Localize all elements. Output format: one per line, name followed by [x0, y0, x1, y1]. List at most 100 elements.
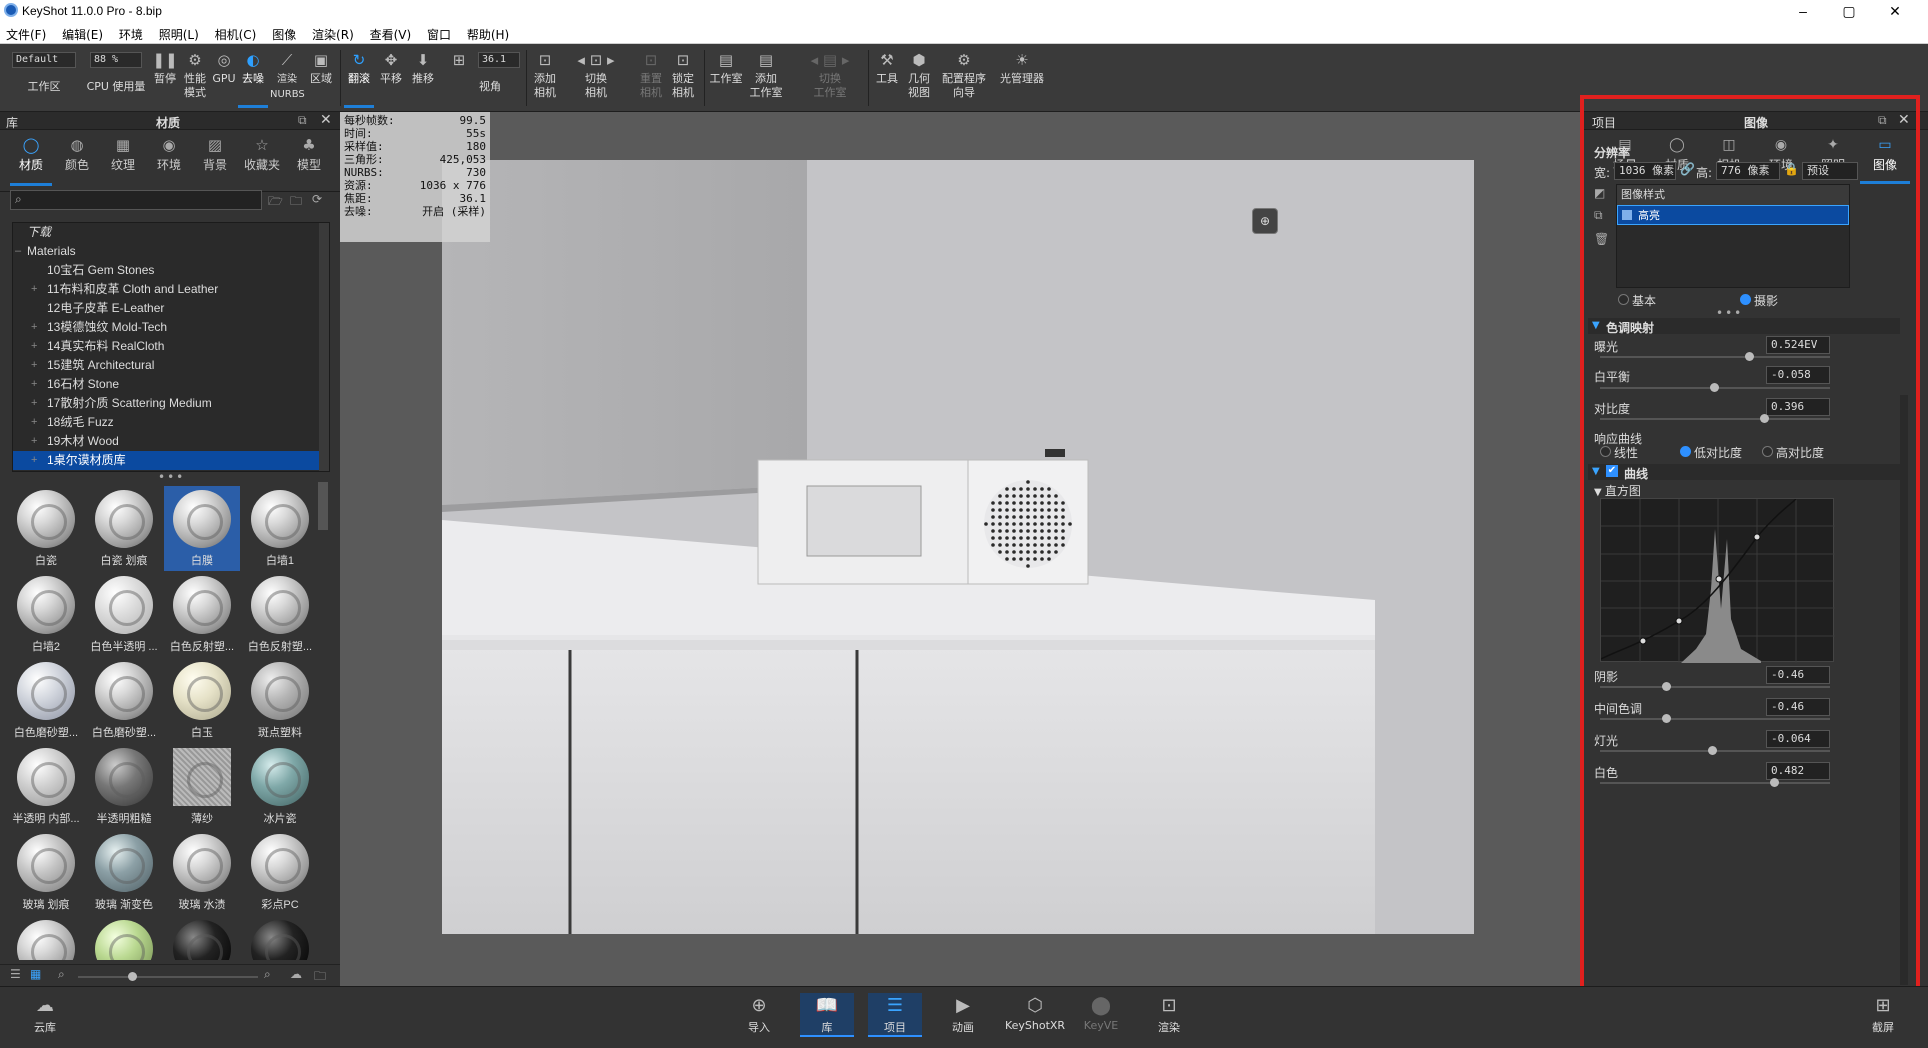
material-thumb[interactable]: 白瓷 划痕 — [86, 486, 162, 571]
grid-view-icon[interactable]: ▦ — [30, 967, 41, 981]
height-input[interactable]: 776 像素 — [1716, 162, 1780, 180]
material-thumb[interactable]: 薄纱 — [164, 744, 240, 829]
maximize-button[interactable]: ▢ — [1826, 0, 1872, 22]
close-button[interactable]: ✕ — [1872, 0, 1918, 22]
mode-basic-radio[interactable] — [1618, 294, 1629, 305]
library-button[interactable]: 📖 库 — [800, 993, 854, 1037]
menu-camera[interactable]: 相机(C) — [209, 22, 263, 43]
tab-materials[interactable]: ◯ 材质 — [10, 134, 52, 186]
white-balance-input[interactable]: -0.058 — [1766, 366, 1830, 384]
mode-photo-radio[interactable] — [1740, 294, 1751, 305]
menu-view[interactable]: 查看(V) — [364, 22, 418, 43]
tools-button[interactable]: ⚒ 工具 — [872, 48, 902, 108]
dolly-button[interactable]: ⬇ 推移 — [408, 48, 438, 108]
zoom-in-icon[interactable]: ⌕ — [264, 967, 271, 982]
tab-favorites[interactable]: ☆ 收藏夹 — [238, 134, 286, 173]
region-button[interactable]: ▣ 区域 — [306, 48, 336, 108]
duplicate-icon[interactable]: ⧉ — [1594, 208, 1603, 223]
material-thumb[interactable] — [164, 916, 240, 960]
tonemap-section-header[interactable]: ▼ 色调映射 — [1588, 318, 1900, 335]
material-thumb[interactable]: 冰片瓷 — [242, 744, 318, 829]
undock-icon[interactable]: ⧉ — [1878, 113, 1887, 128]
menu-render[interactable]: 渲染(R) — [306, 22, 360, 43]
render-viewport[interactable]: ⊕ — [340, 112, 1580, 986]
refresh-icon[interactable]: ⟳ — [312, 192, 322, 206]
tree-item[interactable]: +15建筑 Architectural — [13, 356, 329, 375]
tab-environments[interactable]: ◉ 环境 — [148, 134, 190, 173]
material-thumb-selected[interactable]: 白膜 — [164, 486, 240, 571]
tumble-button[interactable]: ↻ 翻滚 — [344, 48, 374, 108]
render-nurbs-button[interactable]: ⟋ 渲染 NURBS — [270, 48, 305, 108]
preset-dropdown[interactable]: 预设 — [1802, 162, 1858, 180]
exposure-input[interactable]: 0.524EV — [1766, 336, 1830, 354]
white-balance-slider[interactable] — [1600, 383, 1830, 392]
tab-models[interactable]: ♣ 模型 — [288, 134, 330, 173]
material-thumb[interactable]: 白色反射塑... — [242, 572, 318, 657]
reset-camera-button[interactable]: ⊡ 重置 相机 — [636, 48, 666, 108]
library-search-input[interactable]: ⌕ — [10, 190, 262, 210]
tree-item[interactable]: +11布料和皮革 Cloth and Leather — [13, 280, 329, 299]
keyve-button[interactable]: ⬤ KeyVE — [1074, 993, 1128, 1032]
geometry-view-button[interactable]: ⬢ 几何 视图 — [904, 48, 934, 108]
lock-icon[interactable]: 🔒 — [1784, 162, 1799, 176]
tree-item[interactable]: 10宝石 Gem Stones — [13, 261, 329, 280]
switch-studio-button[interactable]: ◂ ▤ ▸ 切换 工作室 — [800, 48, 860, 108]
tab-backgrounds[interactable]: ▨ 背景 — [194, 134, 236, 173]
screenshot-button[interactable]: ⊞ 截屏 — [1856, 993, 1910, 1035]
curve-enable-checkbox[interactable]: ✔ — [1606, 465, 1618, 477]
material-thumb[interactable]: 玻璃 划痕 — [8, 830, 84, 915]
menu-file[interactable]: 文件(F) — [0, 22, 52, 43]
workspace-select[interactable]: Default — [12, 52, 76, 68]
material-thumb[interactable] — [242, 916, 318, 960]
material-thumb[interactable] — [86, 916, 162, 960]
config-wizard-button[interactable]: ⚙ 配置程序 向导 — [936, 48, 992, 108]
thumbnail-size-slider[interactable] — [78, 972, 258, 981]
tab-image[interactable]: ▭ 图像 — [1860, 134, 1910, 184]
curve-point[interactable] — [1715, 575, 1723, 583]
project-button[interactable]: ☰ 项目 — [868, 993, 922, 1037]
tree-item[interactable]: +16石材 Stone — [13, 375, 329, 394]
minimize-button[interactable]: – — [1780, 0, 1826, 22]
midtones-slider[interactable] — [1600, 714, 1830, 723]
fov-input[interactable]: 36.1 — [478, 52, 520, 68]
menu-help[interactable]: 帮助(H) — [461, 22, 515, 43]
pause-button[interactable]: ❚❚ 暂停 — [150, 48, 180, 108]
material-thumb[interactable]: 半透明 内部... — [8, 744, 84, 829]
pan-button[interactable]: ✥ 平移 — [376, 48, 406, 108]
tree-item[interactable]: +17散射介质 Scattering Medium — [13, 394, 329, 413]
menu-window[interactable]: 窗口 — [421, 22, 457, 43]
material-thumb[interactable]: 玻璃 水渍 — [164, 830, 240, 915]
material-thumb[interactable]: 白色反射塑... — [164, 572, 240, 657]
material-thumb[interactable]: 玻璃 渐变色 — [86, 830, 162, 915]
shadows-slider[interactable] — [1600, 682, 1830, 691]
delete-icon[interactable]: 🗑 — [1594, 232, 1609, 246]
width-input[interactable]: 1036 像素 — [1614, 162, 1676, 180]
curve-point[interactable] — [1675, 617, 1683, 625]
lock-camera-button[interactable]: ⊡ 锁定 相机 — [668, 48, 698, 108]
tree-item-selected[interactable]: +1桌尔谟材质库 — [13, 451, 329, 470]
material-thumb[interactable]: 半透明粗糙 — [86, 744, 162, 829]
cpu-usage-select[interactable]: 88 % — [90, 52, 142, 68]
animation-button[interactable]: ▶ 动画 — [936, 993, 990, 1035]
contrast-input[interactable]: 0.396 — [1766, 398, 1830, 416]
menu-edit[interactable]: 编辑(E) — [56, 22, 109, 43]
exposure-slider[interactable] — [1600, 352, 1830, 361]
tree-item[interactable]: +13模德蚀纹 Mold-Tech — [13, 318, 329, 337]
menu-lighting[interactable]: 照明(L) — [153, 22, 205, 43]
tree-item[interactable]: +18绒毛 Fuzz — [13, 413, 329, 432]
cloud-upload-icon[interactable]: ☁ — [290, 967, 302, 981]
response-linear-radio[interactable] — [1600, 446, 1611, 457]
link-ratio-icon[interactable]: 🔗 — [1680, 162, 1695, 176]
add-studio-button[interactable]: ▤ 添加 工作室 — [748, 48, 784, 108]
studio-button[interactable]: ▤ 工作室 — [708, 48, 744, 108]
material-thumb[interactable]: 白玉 — [164, 658, 240, 743]
project-panel-scrollbar[interactable] — [1900, 395, 1908, 985]
thumb-scrollbar[interactable] — [318, 482, 328, 530]
highlights-input[interactable]: -0.064 — [1766, 730, 1830, 748]
image-style-item-selected[interactable]: 高亮 — [1617, 205, 1849, 225]
zoom-out-icon[interactable]: ⌕ — [58, 967, 65, 982]
tree-item[interactable]: +14真实布料 RealCloth — [13, 337, 329, 356]
curve-editor[interactable] — [1600, 498, 1835, 663]
gpu-button[interactable]: ◎ GPU — [212, 48, 236, 108]
tree-item[interactable]: +19木材 Wood — [13, 432, 329, 451]
